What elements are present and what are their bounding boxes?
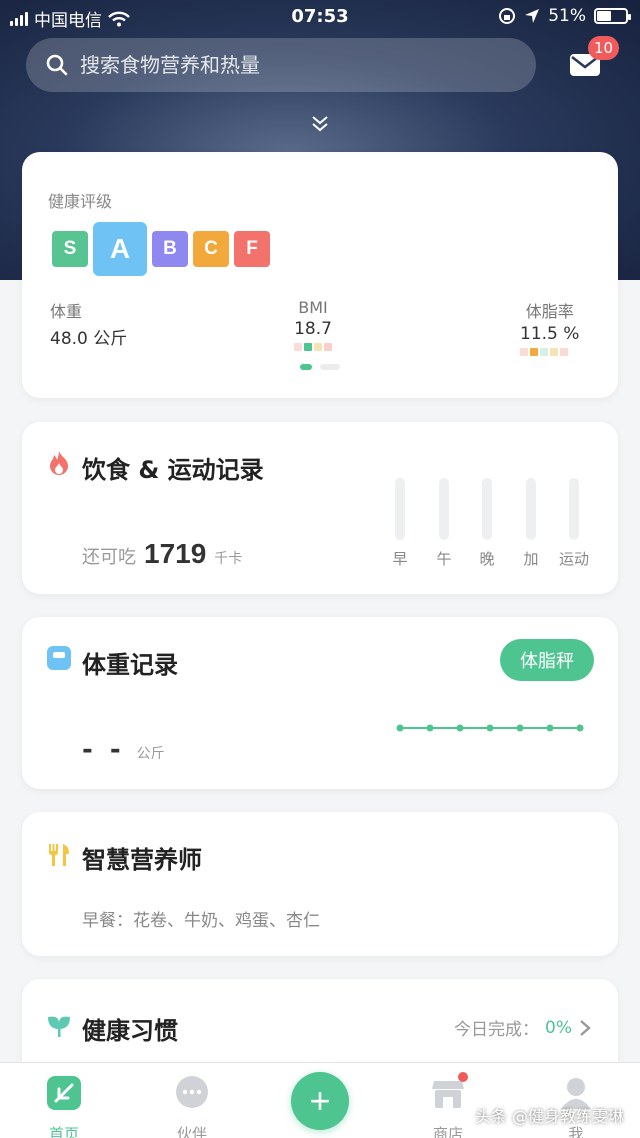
remaining-label: 还可吃 <box>82 547 136 568</box>
battery-percent: 51% <box>548 6 586 26</box>
home-leaf-icon <box>47 1076 81 1110</box>
diet-title: 饮食 & 运动记录 <box>82 456 264 484</box>
meal-bar <box>439 478 449 540</box>
tab-label: 首页 <box>48 1125 79 1138</box>
search-bar[interactable] <box>26 38 536 92</box>
body-fat-label: 体脂率 <box>525 302 574 321</box>
nutritionist-title: 智慧营养师 <box>82 846 202 874</box>
grade-b[interactable]: B <box>152 231 188 267</box>
rating-title: 健康评级 <box>48 192 113 211</box>
meal-bar <box>482 478 492 540</box>
weight-record-title: 体重记录 <box>82 651 178 679</box>
search-input[interactable] <box>80 53 500 77</box>
weight-metric: 体重 48.0 公斤 <box>50 298 127 349</box>
meal-bar <box>569 478 579 540</box>
chat-icon <box>176 1076 208 1108</box>
remaining-unit: 千卡 <box>214 551 243 567</box>
meal-label: 晚 <box>479 550 495 568</box>
meal-snack[interactable]: 加 <box>511 478 551 569</box>
grade-list: SABCF <box>52 222 270 276</box>
grade-a[interactable]: A <box>93 222 147 276</box>
meal-lunch[interactable]: 午 <box>424 478 464 569</box>
meal-bar <box>526 478 536 540</box>
tab-partner[interactable]: 伙伴 <box>152 1075 232 1138</box>
habit-status-label: 今日完成： <box>454 1020 540 1040</box>
mail-badge: 10 <box>588 36 620 60</box>
body-fat-metric: 体脂率 11.5 % <box>520 298 579 356</box>
body-fat-scale <box>520 348 579 356</box>
body-fat-scale-button[interactable]: 体脂秤 <box>500 639 594 681</box>
add-button[interactable]: + <box>291 1072 349 1130</box>
meal-exercise[interactable]: 运动 <box>554 478 594 569</box>
weight-record-card[interactable]: 体重记录 体脂秤 - - 公斤 <box>22 617 618 789</box>
meal-bar <box>395 478 405 540</box>
bmi-label: BMI <box>298 298 328 317</box>
grade-f[interactable]: F <box>234 231 270 267</box>
status-bar: 中国电信 07:53 51% <box>0 0 640 34</box>
weight-value: 48.0 公斤 <box>50 329 128 349</box>
meal-breakfast[interactable]: 早 <box>380 478 420 569</box>
health-rating-card[interactable]: 健康评级 SABCF 体重 48.0 公斤 BMI 18.7 体脂率 11.5 … <box>22 152 618 398</box>
nutritionist-card[interactable]: 智慧营养师 早餐：花卷、牛奶、鸡蛋、杏仁 <box>22 812 618 956</box>
chevron-right-icon <box>580 1019 591 1036</box>
shop-notification-dot <box>458 1072 468 1082</box>
habit-status-value: 0% <box>545 1017 572 1038</box>
flame-icon <box>50 451 68 475</box>
meal-label: 加 <box>523 550 539 568</box>
weight-dash: - - <box>82 735 125 765</box>
weight-label: 体重 <box>50 302 83 321</box>
meal-label: 午 <box>436 550 452 568</box>
leaf-icon <box>48 1016 70 1037</box>
diet-exercise-card[interactable]: 饮食 & 运动记录 还可吃 1719 千卡 早 午 晚 加 运动 <box>22 422 618 594</box>
weight-record-value: - - 公斤 <box>82 735 165 765</box>
grade-s[interactable]: S <box>52 231 88 267</box>
weight-trend-line <box>396 724 584 732</box>
fork-knife-icon <box>49 844 69 866</box>
meal-dinner[interactable]: 晚 <box>467 478 507 569</box>
remaining-value: 1719 <box>144 538 207 569</box>
bmi-value: 18.7 <box>294 319 332 339</box>
grade-c[interactable]: C <box>193 231 229 267</box>
rotation-lock-icon <box>499 8 516 24</box>
meal-suggestion: 早餐：花卷、牛奶、鸡蛋、杏仁 <box>82 911 320 931</box>
weight-unit: 公斤 <box>136 746 165 762</box>
meal-label: 运动 <box>558 550 589 568</box>
remaining-calories: 还可吃 1719 千卡 <box>82 538 242 570</box>
search-icon <box>46 54 68 76</box>
scale-icon <box>47 646 71 670</box>
tab-label: 伙伴 <box>176 1125 207 1138</box>
meal-label: 早 <box>392 550 408 568</box>
habits-title: 健康习惯 <box>82 1017 178 1045</box>
location-icon <box>525 9 540 23</box>
tab-home[interactable]: 首页 <box>24 1075 104 1138</box>
page-indicator <box>300 364 340 370</box>
habit-status[interactable]: 今日完成： 0% <box>454 1015 592 1040</box>
body-fat-value: 11.5 % <box>520 324 580 344</box>
battery-icon <box>594 8 631 24</box>
watermark: 头条 @健身教练雯琳 <box>474 1107 624 1126</box>
bmi-scale <box>294 343 332 351</box>
chevron-down-icon[interactable] <box>308 112 332 136</box>
bmi-metric: BMI 18.7 <box>294 298 332 351</box>
